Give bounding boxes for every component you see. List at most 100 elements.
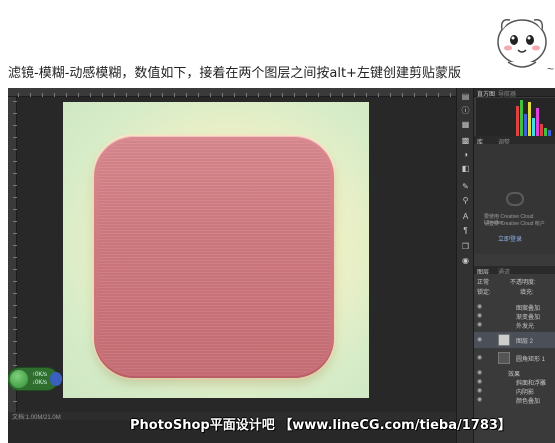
ruler-tick — [13, 233, 17, 234]
libraries-icon[interactable]: ❒ — [460, 242, 471, 251]
ruler-tick — [378, 93, 379, 97]
layer-effect-row[interactable]: ◉ 斜面和浮雕 — [474, 377, 555, 386]
ruler-tick — [13, 113, 17, 114]
ruler-tick — [438, 93, 439, 97]
history-icon[interactable]: ▤ — [460, 92, 471, 101]
eye-icon[interactable]: ◉ — [477, 336, 482, 343]
ruler-tick — [246, 93, 247, 97]
blend-mode-select[interactable]: 正常 — [477, 277, 489, 285]
tutorial-caption: 滤镜-模糊-动感模糊，数值如下，接着在两个图层之间按alt+左键创建剪贴蒙版 — [8, 66, 461, 81]
ruler-tick — [13, 197, 17, 198]
swatches-icon[interactable]: ▩ — [460, 136, 471, 145]
libraries-message-2: 请登录 Creative Cloud 帐户 — [484, 221, 545, 227]
adjustments-icon[interactable]: ◑ — [460, 150, 471, 159]
ruler-tick — [13, 257, 17, 258]
caption-suffix: ~ — [547, 62, 555, 76]
brush-icon[interactable]: ✎ — [460, 182, 471, 191]
eye-icon[interactable]: ◉ — [477, 354, 482, 361]
ruler-tick — [13, 341, 17, 342]
tab-navigator[interactable]: 导航器 — [498, 89, 516, 98]
layer-controls-row: 正常 不透明度: — [474, 276, 555, 285]
layer-name: 图层 2 — [516, 339, 534, 345]
ruler-tick — [258, 93, 259, 97]
ruler-tick — [90, 93, 91, 97]
speed-ball-icon — [10, 370, 28, 388]
color-icon[interactable]: ▦ — [460, 120, 471, 129]
layer-effect-name: 内阴影 — [516, 390, 535, 395]
network-speed-widget[interactable]: ↑0K/s ↓0K/s — [8, 368, 62, 390]
ruler-tick — [366, 93, 367, 97]
ruler-tick — [210, 93, 211, 97]
histogram-panel-tab[interactable]: 直方图 导航器 — [474, 88, 555, 98]
ruler-tick — [13, 125, 17, 126]
eye-icon[interactable]: ◉ — [477, 312, 482, 319]
clone-icon[interactable]: ⚲ — [460, 196, 471, 205]
ruler-tick — [13, 149, 17, 150]
tab-histogram[interactable]: 直方图 — [477, 89, 495, 98]
layer-row[interactable]: ◉ 圆角矩形 1 — [474, 350, 555, 366]
layer-effect-name: 图案叠加 — [516, 306, 541, 311]
ruler-tick — [138, 93, 139, 97]
styles-icon[interactable]: ◧ — [460, 164, 471, 173]
ruler-tick — [54, 93, 55, 97]
ruler-tick — [198, 93, 199, 97]
eye-icon[interactable]: ◉ — [477, 396, 482, 403]
ruler-tick — [114, 93, 115, 97]
layer-effect-name: 外发光 — [516, 324, 535, 329]
eye-icon[interactable]: ◉ — [477, 387, 482, 394]
ruler-tick — [282, 93, 283, 97]
histogram-bar — [532, 118, 535, 136]
ruler-tick — [174, 93, 175, 97]
eye-icon[interactable]: ◉ — [477, 378, 482, 385]
eye-icon[interactable]: ◉ — [477, 321, 482, 328]
eye-icon[interactable]: ◉ — [477, 303, 482, 310]
histogram-bar — [524, 114, 527, 136]
libraries-panel: 要使用 Creative Cloud Libraries 请登录 Creativ… — [474, 144, 555, 254]
info-icon[interactable]: ⓘ — [460, 106, 471, 115]
creative-cloud-icon — [506, 192, 524, 206]
upload-speed: 0K/s — [35, 372, 48, 378]
paragraph-icon[interactable]: ¶ — [460, 226, 471, 235]
ruler-tick — [13, 221, 17, 222]
histogram-bar — [540, 124, 543, 136]
layer-effect-row[interactable]: ◉ 图案叠加 — [474, 302, 555, 311]
layer-effect-row[interactable]: ◉ 渐变叠加 — [474, 311, 555, 320]
layer-effect-row[interactable]: ◉ 颜色叠加 — [474, 395, 555, 404]
ruler-tick — [13, 245, 17, 246]
ruler-tick — [354, 93, 355, 97]
document-canvas[interactable] — [63, 102, 369, 398]
ruler-tick — [13, 137, 17, 138]
sign-in-link[interactable]: 立即登录 — [498, 234, 522, 243]
character-icon[interactable]: A — [460, 212, 471, 221]
ruler-tick — [13, 329, 17, 330]
rounded-rectangle-shape — [94, 136, 334, 378]
ruler-tick — [13, 401, 17, 402]
opacity-label: 不透明度: — [510, 280, 536, 285]
ruler-tick — [330, 93, 331, 97]
layer-thumbnail — [498, 352, 510, 364]
layer-effect-row[interactable]: ◉ 内阴影 — [474, 386, 555, 395]
watermark-text: PhotoShop平面设计吧 【www.lineCG.com/tieba/178… — [130, 418, 511, 433]
ruler-tick — [102, 93, 103, 97]
ruler-tick — [162, 93, 163, 97]
ruler-tick — [13, 269, 17, 270]
layer-thumbnail — [498, 334, 510, 346]
panel-toolbar: ▤ ⓘ ▦ ▩ ◑ ◧ ✎ ⚲ A ¶ ❒ ◉ — [456, 88, 474, 443]
ruler-tick — [342, 93, 343, 97]
ruler-tick — [186, 93, 187, 97]
ruler-tick — [13, 101, 17, 102]
layer-effect-row[interactable]: ◉ 效果 — [474, 368, 555, 377]
ruler-tick — [450, 93, 451, 97]
layer-row-selected[interactable]: ◉ 图层 2 — [474, 332, 555, 348]
layer-effect-row[interactable]: ◉ 外发光 — [474, 320, 555, 329]
ruler-tick — [30, 93, 31, 97]
ruler-tick — [13, 293, 17, 294]
ruler-tick — [13, 185, 17, 186]
layer-lock-row: 锁定: 填充: — [474, 286, 555, 295]
cc-icon[interactable]: ◉ — [460, 256, 471, 265]
ruler-tick — [126, 93, 127, 97]
histogram-bar — [516, 106, 519, 136]
layer-effect-name: 斜面和浮雕 — [516, 381, 547, 386]
eye-icon[interactable]: ◉ — [477, 369, 482, 376]
ruler-tick — [13, 281, 17, 282]
